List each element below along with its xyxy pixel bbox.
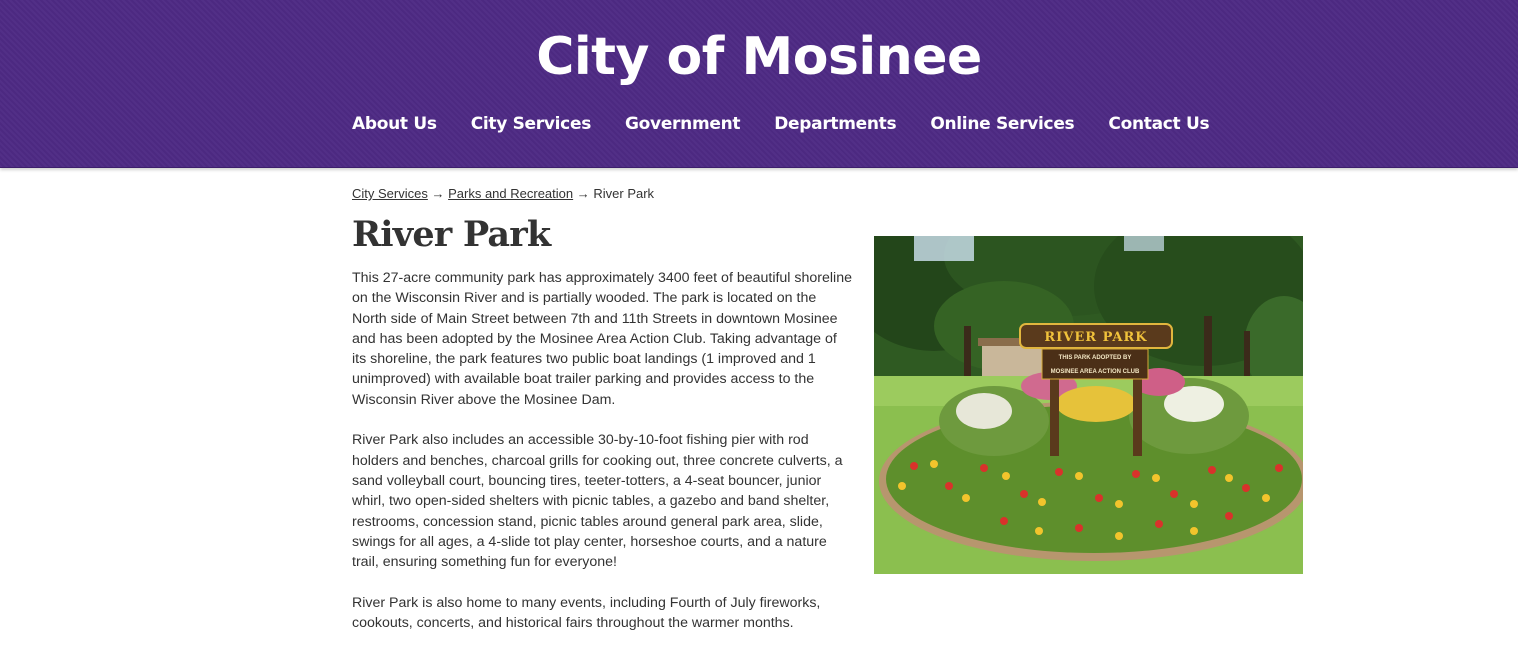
page-body: This 27-acre community park has approxim…	[352, 268, 852, 654]
paragraph-intro: This 27-acre community park has approxim…	[352, 270, 852, 408]
river-park-sign-photo: RIVER PARK THIS PARK ADOPTED BY MOSINEE …	[874, 236, 1303, 574]
sign-adopted-line: THIS PARK ADOPTED BY	[1059, 355, 1132, 361]
sign-club-line: MOSINEE AREA ACTION CLUB	[1051, 369, 1140, 375]
page-title: River Park	[352, 214, 551, 255]
nav-online-services[interactable]: Online Services	[930, 109, 1074, 139]
paragraph-events: River Park is also home to many events, …	[352, 594, 821, 632]
breadcrumb: City Services → Parks and Recreation → R…	[352, 184, 654, 204]
breadcrumb-separator: →	[431, 186, 445, 201]
site-title[interactable]: City of Mosinee	[0, 24, 1518, 90]
nav-contact-us[interactable]: Contact Us	[1108, 109, 1209, 139]
site-header: City of Mosinee About Us City Services G…	[0, 0, 1518, 168]
main-nav: About Us City Services Government Depart…	[352, 108, 1210, 140]
nav-departments[interactable]: Departments	[774, 109, 896, 139]
breadcrumb-separator: →	[576, 186, 590, 201]
paragraph-amenities: River Park also includes an accessible 3…	[352, 432, 843, 571]
breadcrumb-current: River Park	[593, 186, 655, 201]
nav-government[interactable]: Government	[625, 109, 741, 139]
nav-about-us[interactable]: About Us	[352, 109, 437, 139]
nav-city-services[interactable]: City Services	[471, 109, 592, 139]
breadcrumb-link-parks-and-recreation[interactable]: Parks and Recreation	[448, 186, 573, 201]
sign-title: RIVER PARK	[1044, 330, 1147, 345]
breadcrumb-link-city-services[interactable]: City Services	[352, 186, 428, 201]
